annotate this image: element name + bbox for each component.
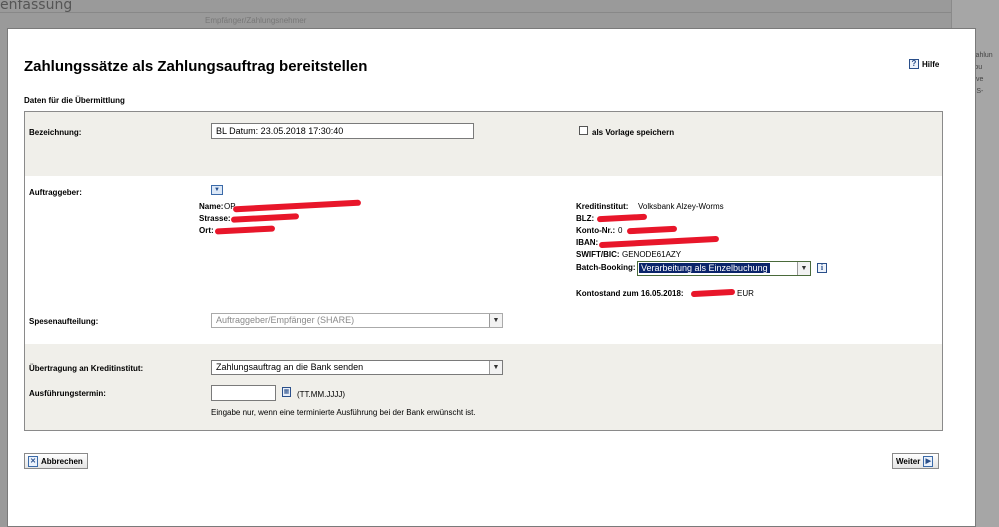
spesen-label: Spesenaufteilung: [29,317,99,326]
chevron-down-icon[interactable]: ▼ [489,361,502,374]
bezeichnung-input[interactable]: BL Datum: 23.05.2018 17:30:40 [211,123,474,139]
uebertragung-value: Zahlungsauftrag an die Bank senden [216,362,364,372]
arrow-right-icon: ▶ [923,455,934,467]
cancel-label: Abbrechen [41,456,83,466]
kontostand-label: Kontostand zum 16.05.2018: [576,289,684,298]
spesen-value: Auftraggeber/Empfänger (SHARE) [216,315,355,325]
termin-label: Ausführungstermin: [29,389,106,398]
chevron-down-icon[interactable]: ▼ [797,262,810,275]
help-icon[interactable]: ? [909,59,919,69]
form-band-top [25,112,942,176]
bezeichnung-label: Bezeichnung: [29,128,82,137]
swift-label: SWIFT/BIC: [576,250,620,259]
kreditinstitut-label: Kreditinstitut: [576,202,629,211]
dialog: Zahlungssätze als Zahlungsauftrag bereit… [7,28,976,527]
name-label: Name: [199,202,224,211]
chevron-down-icon[interactable]: ▼ [489,314,502,327]
calendar-icon[interactable]: ▦ [282,387,291,397]
dialog-title: Zahlungssätze als Zahlungsauftrag bereit… [24,58,368,75]
redaction-mark [232,199,362,213]
form-box: Bezeichnung: BL Datum: 23.05.2018 17:30:… [24,111,943,431]
batch-booking-select[interactable]: Verarbeitung als Einzelbuchung ▼ [637,261,811,276]
kontostand-currency: EUR [737,289,754,298]
kreditinstitut-value: Volksbank Alzey-Worms [638,202,724,211]
form-band-bottom [25,344,942,430]
redaction-mark [214,225,276,235]
termin-format: (TT.MM.JJJJ) [297,390,345,399]
info-icon[interactable]: i [817,263,827,273]
next-button[interactable]: Weiter ▶ [892,453,939,469]
cancel-button[interactable]: ✕ Abbrechen [24,453,88,469]
termin-hint: Eingabe nur, wenn eine terminierte Ausfü… [211,408,476,417]
section-title: Daten für die Übermittlung [24,96,125,105]
spesen-select[interactable]: Auftraggeber/Empfänger (SHARE) ▼ [211,313,503,328]
help-label[interactable]: Hilfe [922,60,939,69]
batch-booking-label: Batch-Booking: [576,263,636,272]
redaction-mark [596,213,648,223]
redaction-mark [690,288,736,298]
dropdown-arrow-icon[interactable]: ▼ [211,185,223,195]
background-subtitle: Empfänger/Zahlungsnehmer [205,16,307,25]
blz-label: BLZ: [576,214,595,223]
strasse-label: Strasse: [199,214,231,223]
auftraggeber-label: Auftraggeber: [29,188,82,197]
background-divider [0,12,951,13]
help-link[interactable]: ? Hilfe [909,59,939,69]
batch-booking-value: Verarbeitung als Einzelbuchung [639,263,770,273]
vorlage-checkbox[interactable] [579,126,588,135]
konto-value: 0 [618,226,623,235]
vorlage-label: als Vorlage speichern [592,128,675,137]
konto-label: Konto-Nr.: [576,226,616,235]
next-label: Weiter [896,456,921,466]
redaction-mark [626,225,678,235]
redaction-mark [230,213,300,223]
swift-value: GENODE61AZY [622,250,682,259]
cancel-icon: ✕ [28,455,38,467]
iban-label: IBAN: [576,238,599,247]
ort-label: Ort: [199,226,214,235]
termin-input[interactable] [211,385,276,401]
uebertragung-select[interactable]: Zahlungsauftrag an die Bank senden ▼ [211,360,503,375]
uebertragung-label: Übertragung an Kreditinstitut: [29,364,144,373]
redaction-mark [598,235,720,249]
